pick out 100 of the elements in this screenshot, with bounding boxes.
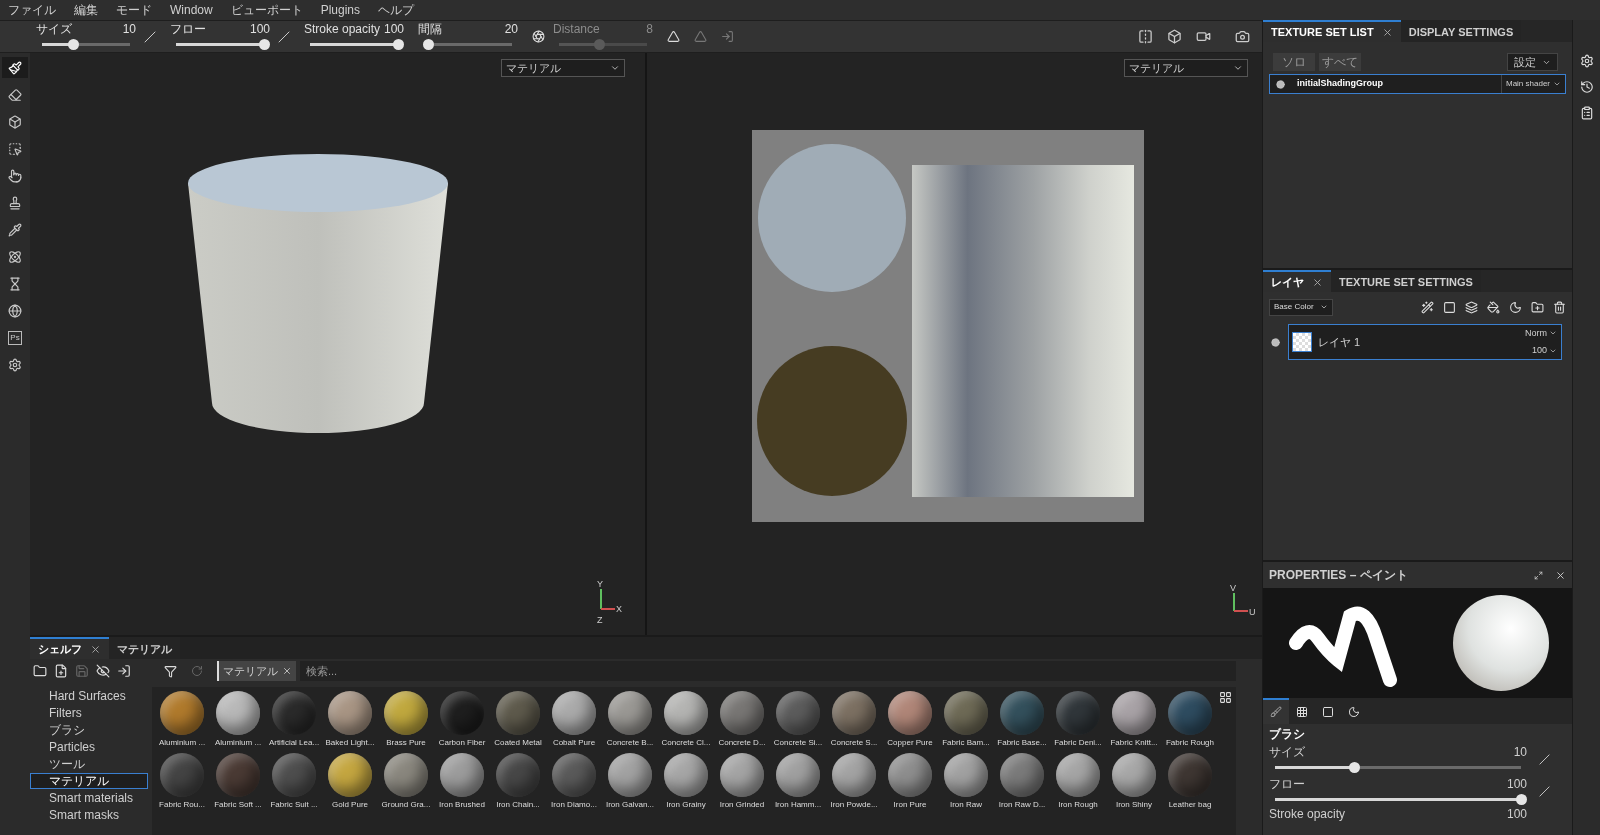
category-item[interactable]: Smart materials	[30, 790, 148, 806]
visibility-icon[interactable]	[1271, 337, 1280, 347]
grid-view-icon[interactable]	[1219, 691, 1232, 704]
tool-button[interactable]: Ps	[2, 327, 28, 348]
filter-chip[interactable]: マテリアル	[217, 661, 296, 681]
material-tile[interactable]: Coated Metal	[490, 691, 546, 753]
slider-thumb[interactable]	[423, 39, 435, 50]
material-tile[interactable]: Concrete S...	[826, 691, 882, 753]
folder-icon[interactable]	[33, 664, 47, 678]
add-folder-icon[interactable]	[1531, 300, 1544, 314]
new-file-icon[interactable]	[54, 664, 68, 678]
clipboard-icon[interactable]	[1579, 106, 1594, 120]
screenshot-icon[interactable]	[1235, 29, 1250, 44]
import-icon[interactable]	[117, 664, 131, 678]
category-item[interactable]: Hard Surfaces	[30, 688, 148, 704]
material-tile[interactable]: Iron Chain...	[490, 753, 546, 815]
filter-icon[interactable]	[164, 664, 177, 678]
close-icon[interactable]	[282, 666, 292, 676]
material-tile[interactable]: Ground Gra...	[378, 753, 434, 815]
material-tile[interactable]: Aluminium ...	[210, 691, 266, 753]
close-icon[interactable]	[1555, 569, 1566, 581]
material-tile[interactable]: Fabric Soft ...	[210, 753, 266, 815]
material-tile[interactable]: Artificial Lea...	[266, 691, 322, 753]
material-tile[interactable]: Fabric Bam...	[938, 691, 994, 753]
material-tile[interactable]: Fabric Rough	[1162, 691, 1218, 753]
settings-dropdown[interactable]: 設定	[1507, 53, 1558, 71]
opacity-dropdown[interactable]: 100	[1531, 344, 1557, 358]
search-field[interactable]: 検索...	[300, 661, 1236, 681]
panel-tab[interactable]: TEXTURE SET LIST	[1263, 20, 1401, 42]
menu-item[interactable]: Plugins	[320, 1, 361, 19]
view-dropdown[interactable]: マテリアル	[1124, 59, 1248, 77]
panel-tab[interactable]: シェルフ	[30, 637, 109, 659]
material-tile[interactable]: Fabric Deni...	[1050, 691, 1106, 753]
material-tile[interactable]: Iron Pure	[882, 753, 938, 815]
material-tile[interactable]: Baked Light...	[322, 691, 378, 753]
menu-item[interactable]: ヘルプ	[378, 1, 415, 19]
fill-layer-icon[interactable]	[1487, 300, 1500, 314]
material-tile[interactable]: Iron Raw	[938, 753, 994, 815]
material-tile[interactable]: Concrete B...	[602, 691, 658, 753]
material-tile[interactable]: Aluminium ...	[154, 691, 210, 753]
material-tile[interactable]: Fabric Knitt...	[1106, 691, 1162, 753]
material-tile[interactable]: Iron Grinded	[714, 753, 770, 815]
material-tile[interactable]: Iron Diamo...	[546, 753, 602, 815]
delete-icon[interactable]	[1553, 300, 1566, 314]
close-icon[interactable]	[90, 643, 101, 655]
material-tile[interactable]: Iron Shiny	[1106, 753, 1162, 815]
material-tile[interactable]: Brass Pure	[378, 691, 434, 753]
slider-thumb[interactable]	[1516, 794, 1527, 805]
material-tile[interactable]: Concrete Si...	[770, 691, 826, 753]
slider-thumb[interactable]	[1348, 762, 1360, 773]
camera-video-icon[interactable]	[1196, 29, 1211, 44]
material-tile[interactable]: Carbon Fiber	[434, 691, 490, 753]
layer-row[interactable]: レイヤ 1 Norm 100	[1288, 324, 1562, 360]
wand-icon[interactable]	[1421, 300, 1434, 314]
texture-set-row[interactable]: initialShadingGroup Main shader	[1269, 74, 1566, 94]
menu-item[interactable]: 編集	[74, 1, 98, 19]
menu-item[interactable]: ファイル	[8, 1, 56, 19]
slider-thumb[interactable]	[393, 39, 404, 50]
material-tile[interactable]: Iron Hamm...	[770, 753, 826, 815]
menu-item[interactable]: Window	[170, 1, 213, 19]
material-tile[interactable]: Iron Brushed	[434, 753, 490, 815]
material-tile[interactable]: Iron Raw D...	[994, 753, 1050, 815]
material-tile[interactable]: Iron Grainy	[658, 753, 714, 815]
material-tile[interactable]: Copper Pure	[882, 691, 938, 753]
material-tile[interactable]: Cobalt Pure	[546, 691, 602, 753]
category-item[interactable]: ブラシ	[30, 722, 148, 738]
settings-icon[interactable]	[1579, 54, 1594, 68]
close-icon[interactable]	[1381, 26, 1393, 38]
material-tile[interactable]: Leather bag	[1162, 753, 1218, 815]
material-tile[interactable]: Iron Rough	[1050, 753, 1106, 815]
slider-thumb[interactable]	[67, 39, 79, 50]
material-tile[interactable]: Iron Galvan...	[602, 753, 658, 815]
save-icon[interactable]	[75, 664, 89, 678]
split-view-icon[interactable]	[1138, 29, 1153, 44]
slider-thumb[interactable]	[593, 39, 605, 50]
material-tile[interactable]: Concrete Cl...	[658, 691, 714, 753]
category-item[interactable]: マテリアル	[30, 773, 148, 789]
shader-dropdown[interactable]: Main shader	[1500, 75, 1565, 93]
tool-button[interactable]	[2, 57, 28, 78]
material-tile[interactable]: Gold Pure	[322, 753, 378, 815]
material-tile[interactable]: Iron Powde...	[826, 753, 882, 815]
slider-thumb[interactable]	[259, 39, 270, 50]
add-layer-icon[interactable]	[1465, 300, 1478, 314]
blend-mode-dropdown[interactable]: Norm	[1525, 326, 1557, 340]
menu-item[interactable]: ビューポート	[230, 1, 303, 19]
category-item[interactable]: Particles	[30, 739, 148, 755]
category-item[interactable]: Smart masks	[30, 807, 148, 823]
category-item[interactable]: ツール	[30, 756, 148, 772]
close-icon[interactable]	[1312, 276, 1323, 288]
hide-icon[interactable]	[96, 664, 110, 678]
maximize-icon[interactable]	[1534, 570, 1543, 580]
cube-icon[interactable]	[1167, 29, 1182, 44]
panel-tab[interactable]: レイヤ	[1263, 270, 1331, 292]
view-dropdown[interactable]: マテリアル	[501, 59, 625, 77]
category-item[interactable]: Filters	[30, 705, 148, 721]
channel-dropdown[interactable]: Base Color	[1269, 298, 1333, 316]
material-tile[interactable]: Fabric Suit ...	[266, 753, 322, 815]
material-tile[interactable]: Fabric Base...	[994, 691, 1050, 753]
menu-item[interactable]: モード	[116, 1, 152, 19]
history-icon[interactable]	[1579, 80, 1594, 94]
